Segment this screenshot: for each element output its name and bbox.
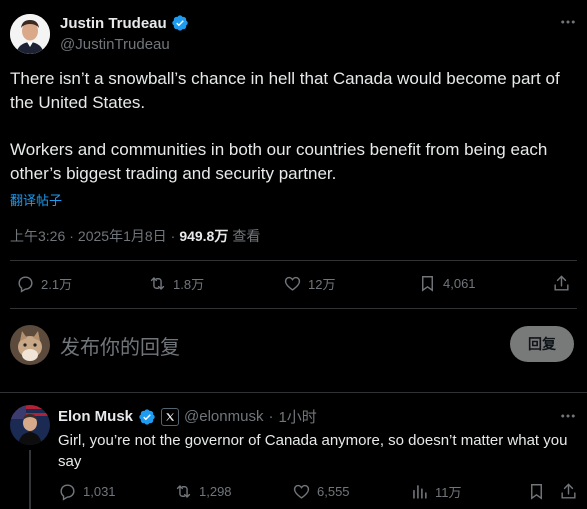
reply-like-count: 6,555 <box>317 484 350 499</box>
reply-more-button[interactable] <box>556 406 580 426</box>
reply-share-button[interactable] <box>559 482 578 501</box>
author-name[interactable]: Justin Trudeau <box>60 15 167 32</box>
reply-submit-button[interactable]: 回复 <box>510 326 574 362</box>
reply-connector-line <box>29 450 31 509</box>
retweet-count: 1.8万 <box>173 277 205 292</box>
more-icon <box>561 20 575 24</box>
views-count: 949.8万 <box>179 228 229 244</box>
reply-reply-button[interactable]: 1,031 <box>58 482 116 501</box>
divider <box>10 260 577 261</box>
x-logo-icon <box>161 407 180 426</box>
tweet-date[interactable]: 2025年1月8日 <box>78 226 167 246</box>
reply-retweet-count: 1,298 <box>199 484 232 499</box>
views-icon <box>413 485 427 499</box>
verified-badge-icon <box>139 408 155 425</box>
tweet-paragraph-2: Workers and communities in both our coun… <box>10 140 548 183</box>
tweet-paragraph-1: There isn’t a snowball’s chance in hell … <box>10 69 560 112</box>
reply-views-button[interactable]: 11万 <box>410 482 462 501</box>
reply-text: Girl, you’re not the governor of Canada … <box>58 432 568 470</box>
bookmark-icon <box>422 276 433 292</box>
share-icon <box>554 275 569 291</box>
like-icon <box>284 276 301 291</box>
translate-link[interactable]: 翻译帖子 <box>10 190 62 209</box>
share-icon <box>561 483 576 499</box>
user-avatar[interactable] <box>10 325 50 365</box>
reply-input[interactable]: 发布你的回复 <box>60 331 180 360</box>
reply-views-count: 11万 <box>435 485 462 500</box>
views-label: 查看 <box>232 228 261 244</box>
bookmark-icon <box>531 484 542 500</box>
retweet-icon <box>150 277 165 290</box>
bookmark-count: 4,061 <box>443 276 476 291</box>
meta-dot: · <box>268 408 274 425</box>
reply-button[interactable]: 2.1万 <box>16 274 72 293</box>
tweet-meta: 上午3:26 · 2025年1月8日 · 949.8万 查看 <box>10 226 260 246</box>
reply-author-name[interactable]: Elon Musk <box>58 408 133 425</box>
reply-reply-count: 1,031 <box>83 484 116 499</box>
reply-author-handle[interactable]: @elonmusk <box>184 408 263 425</box>
verified-badge-icon <box>171 15 188 31</box>
reply-time[interactable]: 1小时 <box>278 406 316 427</box>
retweet-button[interactable]: 1.8万 <box>148 274 204 293</box>
divider <box>0 392 587 393</box>
more-icon <box>561 414 575 418</box>
more-options-button[interactable] <box>556 12 580 32</box>
share-button[interactable] <box>552 274 571 293</box>
meta-dot: · <box>170 228 176 244</box>
like-button[interactable]: 12万 <box>283 274 335 293</box>
reply-icon <box>60 484 75 501</box>
like-count: 12万 <box>308 277 336 292</box>
reply-count: 2.1万 <box>41 277 73 292</box>
reply-like-button[interactable]: 6,555 <box>292 482 350 501</box>
tweet-time[interactable]: 上午3:26 <box>10 226 65 246</box>
reply-icon <box>18 276 33 293</box>
reply-retweet-button[interactable]: 1,298 <box>174 482 232 501</box>
bookmark-button[interactable]: 4,061 <box>418 274 476 293</box>
meta-dot: · <box>69 228 74 244</box>
retweet-icon <box>176 485 191 498</box>
reply-author-avatar[interactable] <box>10 405 50 445</box>
like-icon <box>293 484 310 499</box>
reply-bookmark-button[interactable] <box>527 482 546 501</box>
divider <box>10 308 577 309</box>
author-avatar[interactable] <box>10 14 50 54</box>
author-handle[interactable]: @JustinTrudeau <box>60 36 170 53</box>
